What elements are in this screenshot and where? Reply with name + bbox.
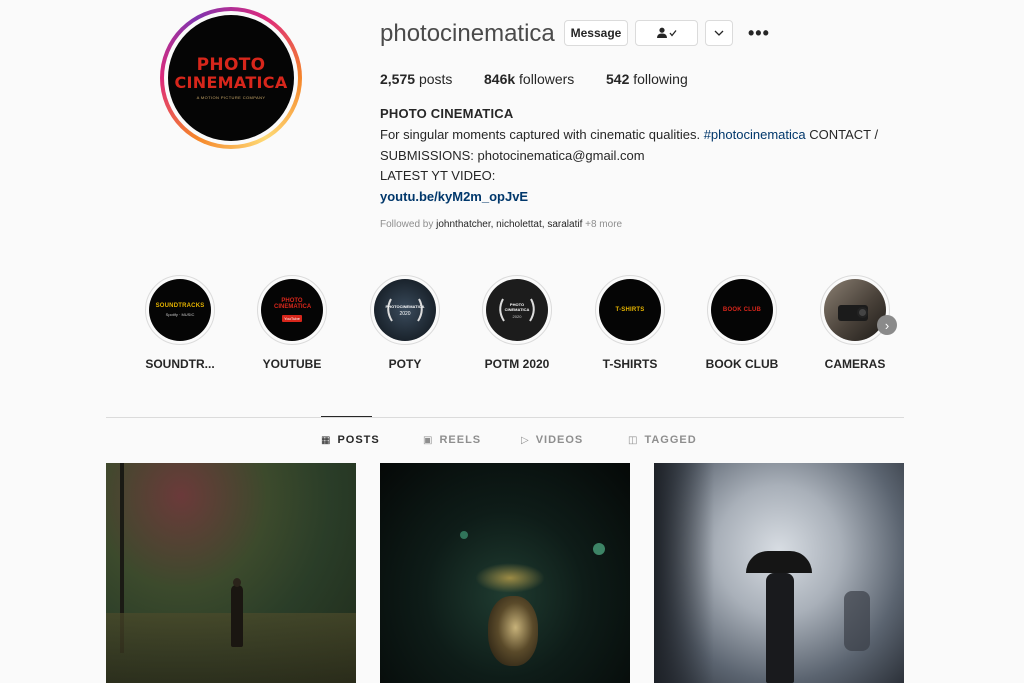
bio-line1: For singular moments captured with cinem…: [380, 127, 878, 142]
stat-followers[interactable]: 846k followers: [484, 71, 574, 87]
bio-hashtag-link[interactable]: #photocinematica: [704, 127, 806, 142]
posts-count: 2,575: [380, 71, 416, 87]
highlight-cover: BOOK CLUB: [711, 279, 773, 341]
bio-line1-tail: CONTACT /: [805, 127, 879, 142]
highlight-soundtracks[interactable]: SOUNDTRACKS Spotify · MUSIC SOUNDTR...: [130, 275, 230, 371]
tab-reels[interactable]: ▣ REELS: [423, 434, 481, 446]
tabs-divider: [106, 417, 904, 418]
grid-icon: ▦: [321, 434, 332, 446]
chevron-down-icon: [714, 30, 724, 36]
following-count: 542: [606, 71, 630, 87]
bokeh-light: [460, 531, 468, 539]
message-button[interactable]: Message: [564, 20, 628, 46]
avatar-tagline: A MOTION PICTURE COMPANY: [196, 94, 266, 100]
highlight-label: POTM 2020: [484, 357, 550, 371]
highlight-cover: PHOTO CINEMATICA 2020: [486, 279, 548, 341]
highlight-cover-text: PHOTO CINEMATICA: [274, 298, 312, 310]
bio-line2: SUBMISSIONS: photocinematica@gmail.com: [380, 148, 645, 163]
followers-count: 846k: [484, 71, 516, 87]
highlight-ring: SOUNDTRACKS Spotify · MUSIC: [145, 275, 215, 345]
figure-silhouette: [231, 585, 243, 647]
highlight-ring: T-SHIRTS: [595, 275, 665, 345]
highlight-cover-text: T-SHIRTS: [615, 307, 645, 313]
face: [488, 596, 538, 666]
profile-avatar-ring[interactable]: PHOTO CINEMATICA A MOTION PICTURE COMPAN…: [160, 7, 302, 149]
avatar-logo-line2: CINEMATICA: [174, 72, 288, 92]
highlight-label: T-SHIRTS: [602, 357, 658, 371]
building-shadow: [654, 463, 714, 683]
highlight-cover-sub: 2020: [399, 310, 411, 317]
more-dots-icon[interactable]: •••: [748, 23, 770, 44]
post-thumbnail-3[interactable]: [654, 463, 904, 683]
light-flare: [475, 563, 545, 593]
highlight-label: YOUTUBE: [262, 357, 322, 371]
tab-label: TAGGED: [644, 434, 697, 446]
person-silhouette: [766, 573, 794, 683]
bokeh-light: [593, 543, 605, 555]
highlight-cover: PHOTO CINEMATICA YouTube: [261, 279, 323, 341]
followed-users: johnthatcher, nicholettat, saralatif: [436, 219, 583, 230]
tab-tagged[interactable]: ◫ TAGGED: [628, 434, 697, 446]
highlight-ring: PHOTOCINEMATICA 2020: [370, 275, 440, 345]
highlight-cover: T-SHIRTS: [599, 279, 661, 341]
bio-name: PHOTO CINEMATICA: [380, 106, 514, 121]
profile-username: photocinematica: [380, 20, 555, 47]
stat-following[interactable]: 542 following: [606, 71, 688, 87]
highlight-poty[interactable]: PHOTOCINEMATICA 2020 POTY: [355, 275, 455, 371]
bio-line3: LATEST YT VIDEO:: [380, 168, 496, 183]
highlight-potm-2020[interactable]: PHOTO CINEMATICA 2020 POTM 2020: [467, 275, 567, 371]
followed-prefix: Followed by: [380, 219, 434, 230]
bio-line1-text: For singular moments captured with cinem…: [380, 127, 704, 142]
tab-posts[interactable]: ▦ POSTS: [321, 434, 380, 446]
tab-label: POSTS: [337, 434, 380, 446]
highlight-cover: [824, 279, 886, 341]
highlight-label: BOOK CLUB: [705, 357, 779, 371]
profile-avatar[interactable]: PHOTO CINEMATICA A MOTION PICTURE COMPAN…: [168, 15, 294, 141]
camera-lens-icon: [857, 307, 868, 318]
highlight-label: CAMERAS: [824, 357, 886, 371]
reels-icon: ▣: [423, 434, 434, 446]
highlight-cover: PHOTOCINEMATICA 2020: [374, 279, 436, 341]
youtube-logo-icon: YouTube: [282, 315, 302, 322]
highlight-youtube[interactable]: PHOTO CINEMATICA YouTube YOUTUBE: [242, 275, 342, 371]
posts-label: posts: [418, 71, 453, 87]
highlight-label: SOUNDTR...: [145, 357, 215, 371]
tag-icon: ◫: [628, 434, 639, 446]
highlight-cover-text: PHOTO CINEMATICA: [504, 301, 530, 312]
avatar-logo-line1: PHOTO: [196, 54, 266, 75]
stat-posts: 2,575 posts: [380, 71, 452, 87]
highlight-t-shirts[interactable]: T-SHIRTS T-SHIRTS: [580, 275, 680, 371]
followed-by[interactable]: Followed by johnthatcher, nicholettat, s…: [380, 219, 622, 230]
following-label: following: [633, 71, 688, 87]
post-thumbnail-1[interactable]: [106, 463, 356, 683]
highlight-book-club[interactable]: BOOK CLUB BOOK CLUB: [692, 275, 792, 371]
highlight-ring: PHOTO CINEMATICA YouTube: [257, 275, 327, 345]
followed-more: +8 more: [585, 219, 623, 230]
highlight-cover-text: BOOK CLUB: [722, 307, 762, 313]
tab-label: REELS: [439, 434, 482, 446]
play-icon: ▷: [521, 434, 530, 446]
person-check-icon: [656, 27, 677, 38]
highlight-cover-text: PHOTOCINEMATICA: [385, 303, 425, 309]
post-thumbnail-2[interactable]: [380, 463, 630, 683]
highlight-label: POTY: [388, 357, 422, 371]
figure-head: [233, 578, 241, 587]
active-tab-indicator: [321, 416, 372, 417]
highlight-cover-sub: Spotify · MUSIC: [165, 312, 195, 317]
highlights-next-arrow-icon[interactable]: ›: [877, 315, 897, 335]
highlight-cover: SOUNDTRACKS Spotify · MUSIC: [149, 279, 211, 341]
highlight-ring: BOOK CLUB: [707, 275, 777, 345]
highlight-cover-text: SOUNDTRACKS: [155, 303, 205, 309]
tab-label: VIDEOS: [535, 434, 584, 446]
highlight-cover-sub: 2020: [512, 313, 522, 319]
person-silhouette-background: [844, 591, 870, 651]
bio-external-link[interactable]: youtu.be/kyM2m_opJvE: [380, 189, 528, 204]
suggestions-dropdown-button[interactable]: [705, 20, 733, 46]
highlight-ring: [820, 275, 890, 345]
umbrella-icon: [746, 551, 812, 573]
tab-videos[interactable]: ▷ VIDEOS: [521, 434, 583, 446]
followers-label: followers: [519, 71, 575, 87]
following-button[interactable]: [635, 20, 698, 46]
highlight-ring: PHOTO CINEMATICA 2020: [482, 275, 552, 345]
